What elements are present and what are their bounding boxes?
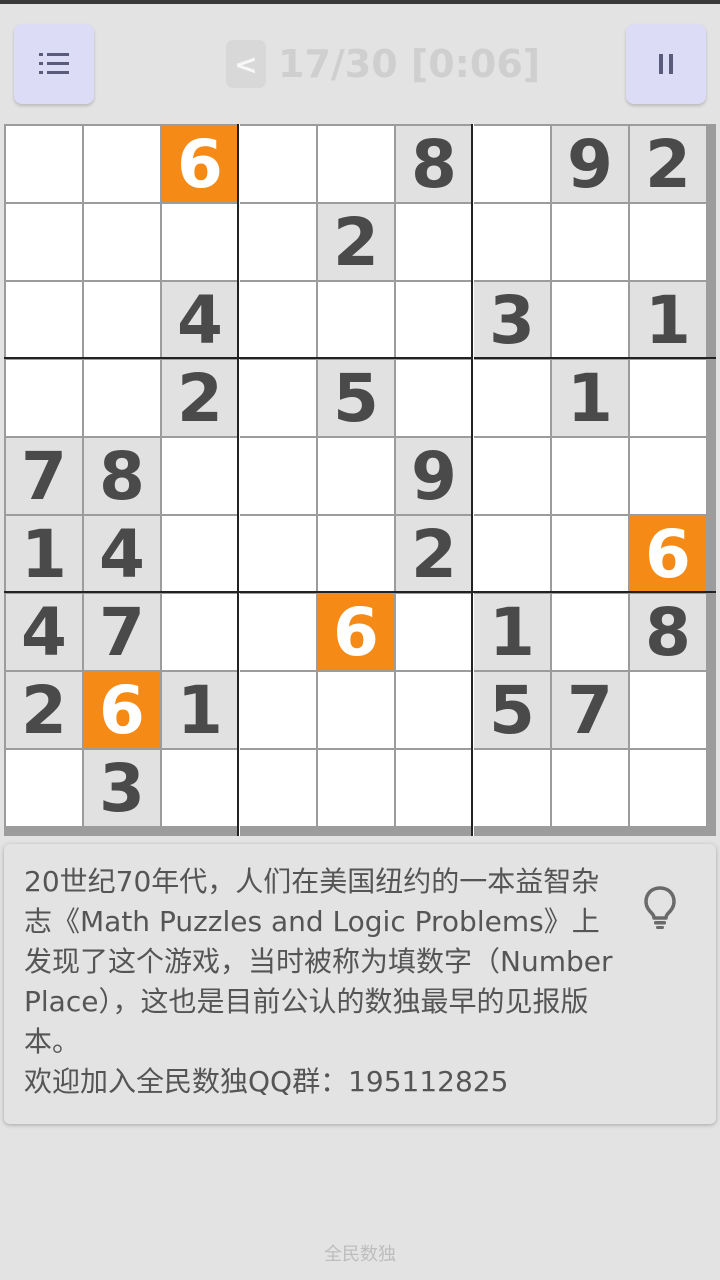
sudoku-cell[interactable] <box>240 672 316 748</box>
sudoku-cell[interactable]: 3 <box>84 750 160 827</box>
sudoku-cell[interactable]: 5 <box>318 360 394 437</box>
sudoku-cell[interactable] <box>318 282 394 358</box>
menu-button[interactable] <box>14 24 94 104</box>
sudoku-cell[interactable] <box>396 750 472 826</box>
sudoku-cell[interactable] <box>318 516 394 592</box>
sudoku-cell[interactable]: 7 <box>84 594 160 671</box>
sudoku-cell[interactable]: 6 <box>84 672 160 749</box>
sudoku-cell[interactable] <box>6 126 82 202</box>
sudoku-cell[interactable]: 2 <box>396 516 472 593</box>
sudoku-cell[interactable] <box>318 750 394 826</box>
sudoku-cell[interactable] <box>318 126 394 202</box>
sudoku-cell[interactable]: 1 <box>162 672 238 749</box>
sudoku-cell[interactable]: 1 <box>552 360 628 437</box>
sudoku-cell[interactable] <box>6 282 82 358</box>
sudoku-cell[interactable] <box>552 438 628 514</box>
sudoku-cell[interactable] <box>240 360 316 436</box>
sudoku-cell[interactable] <box>396 204 472 280</box>
sudoku-cell[interactable] <box>630 672 706 748</box>
sudoku-cell[interactable] <box>84 204 160 280</box>
sudoku-cell[interactable]: 9 <box>396 438 472 515</box>
sudoku-cell[interactable] <box>6 360 82 436</box>
info-text: 20世纪70年代，人们在美国纽约的一本益智杂志《Math Puzzles and… <box>24 865 613 1098</box>
sudoku-cell[interactable] <box>552 282 628 358</box>
sudoku-cell[interactable] <box>396 360 472 436</box>
previous-puzzle-button[interactable]: < <box>226 40 266 88</box>
sudoku-cell[interactable]: 7 <box>552 672 628 749</box>
sudoku-cell[interactable] <box>240 516 316 592</box>
back-label: < <box>234 47 258 81</box>
sudoku-cell[interactable]: 9 <box>552 126 628 203</box>
sudoku-cell[interactable] <box>240 750 316 826</box>
sudoku-cell[interactable]: 6 <box>630 516 706 593</box>
sudoku-cell[interactable] <box>162 750 238 826</box>
sudoku-cell[interactable]: 7 <box>6 438 82 515</box>
sudoku-cell[interactable] <box>552 516 628 592</box>
sudoku-cell[interactable] <box>162 594 238 670</box>
sudoku-cell[interactable] <box>162 204 238 280</box>
sudoku-cell[interactable] <box>6 750 82 826</box>
sudoku-cell[interactable]: 4 <box>84 516 160 593</box>
sudoku-cell[interactable] <box>162 438 238 514</box>
sudoku-cell[interactable] <box>630 360 706 436</box>
sudoku-cell[interactable] <box>84 282 160 358</box>
sudoku-cell[interactable]: 4 <box>162 282 238 359</box>
sudoku-cell[interactable]: 2 <box>162 360 238 437</box>
sudoku-cell[interactable] <box>6 204 82 280</box>
sudoku-cell[interactable]: 1 <box>6 516 82 593</box>
sudoku-cell[interactable]: 2 <box>630 126 706 203</box>
sudoku-cell[interactable] <box>474 438 550 514</box>
sudoku-cell[interactable]: 2 <box>318 204 394 281</box>
pause-button[interactable] <box>626 24 706 104</box>
sudoku-cell[interactable] <box>84 360 160 436</box>
sudoku-cell[interactable] <box>240 282 316 358</box>
sudoku-cell[interactable] <box>474 516 550 592</box>
sudoku-cell[interactable] <box>318 672 394 748</box>
lightbulb-icon[interactable] <box>636 882 684 930</box>
sudoku-cell[interactable] <box>162 516 238 592</box>
sudoku-cell[interactable]: 8 <box>84 438 160 515</box>
sudoku-cell[interactable] <box>474 126 550 202</box>
list-icon <box>39 53 69 74</box>
sudoku-cell[interactable] <box>240 204 316 280</box>
sudoku-cell[interactable] <box>318 438 394 514</box>
sudoku-cell[interactable] <box>552 750 628 826</box>
pause-icon <box>659 54 673 74</box>
sudoku-cell[interactable] <box>474 360 550 436</box>
sudoku-cell[interactable]: 1 <box>630 282 706 359</box>
sudoku-cell[interactable] <box>240 126 316 202</box>
sudoku-cell[interactable]: 4 <box>6 594 82 671</box>
sudoku-cell[interactable] <box>240 438 316 514</box>
sudoku-cell[interactable]: 3 <box>474 282 550 359</box>
sudoku-cell[interactable] <box>84 126 160 202</box>
sudoku-cell[interactable] <box>396 282 472 358</box>
sudoku-cell[interactable] <box>396 594 472 670</box>
sudoku-cell[interactable]: 6 <box>162 126 238 203</box>
sudoku-cell[interactable]: 1 <box>474 594 550 671</box>
sudoku-cell[interactable] <box>630 438 706 514</box>
sudoku-board: 68922431251789142647618261573 <box>4 124 716 836</box>
sudoku-cell[interactable] <box>552 204 628 280</box>
progress-timer: 17/30 [0:06] <box>278 42 541 86</box>
sudoku-cell[interactable] <box>474 750 550 826</box>
sudoku-cell[interactable] <box>240 594 316 670</box>
sudoku-cell[interactable] <box>630 204 706 280</box>
top-status-line <box>0 0 720 4</box>
sudoku-cell[interactable] <box>396 672 472 748</box>
sudoku-cell[interactable]: 6 <box>318 594 394 671</box>
sudoku-cell[interactable]: 2 <box>6 672 82 749</box>
sudoku-cell[interactable] <box>630 750 706 826</box>
info-panel: 20世纪70年代，人们在美国纽约的一本益智杂志《Math Puzzles and… <box>4 844 716 1124</box>
sudoku-cell[interactable]: 5 <box>474 672 550 749</box>
app-name-footer: 全民数独 <box>324 1244 396 1265</box>
sudoku-cell[interactable]: 8 <box>396 126 472 203</box>
sudoku-cell[interactable] <box>474 204 550 280</box>
sudoku-cell[interactable]: 8 <box>630 594 706 671</box>
sudoku-cell[interactable] <box>552 594 628 670</box>
